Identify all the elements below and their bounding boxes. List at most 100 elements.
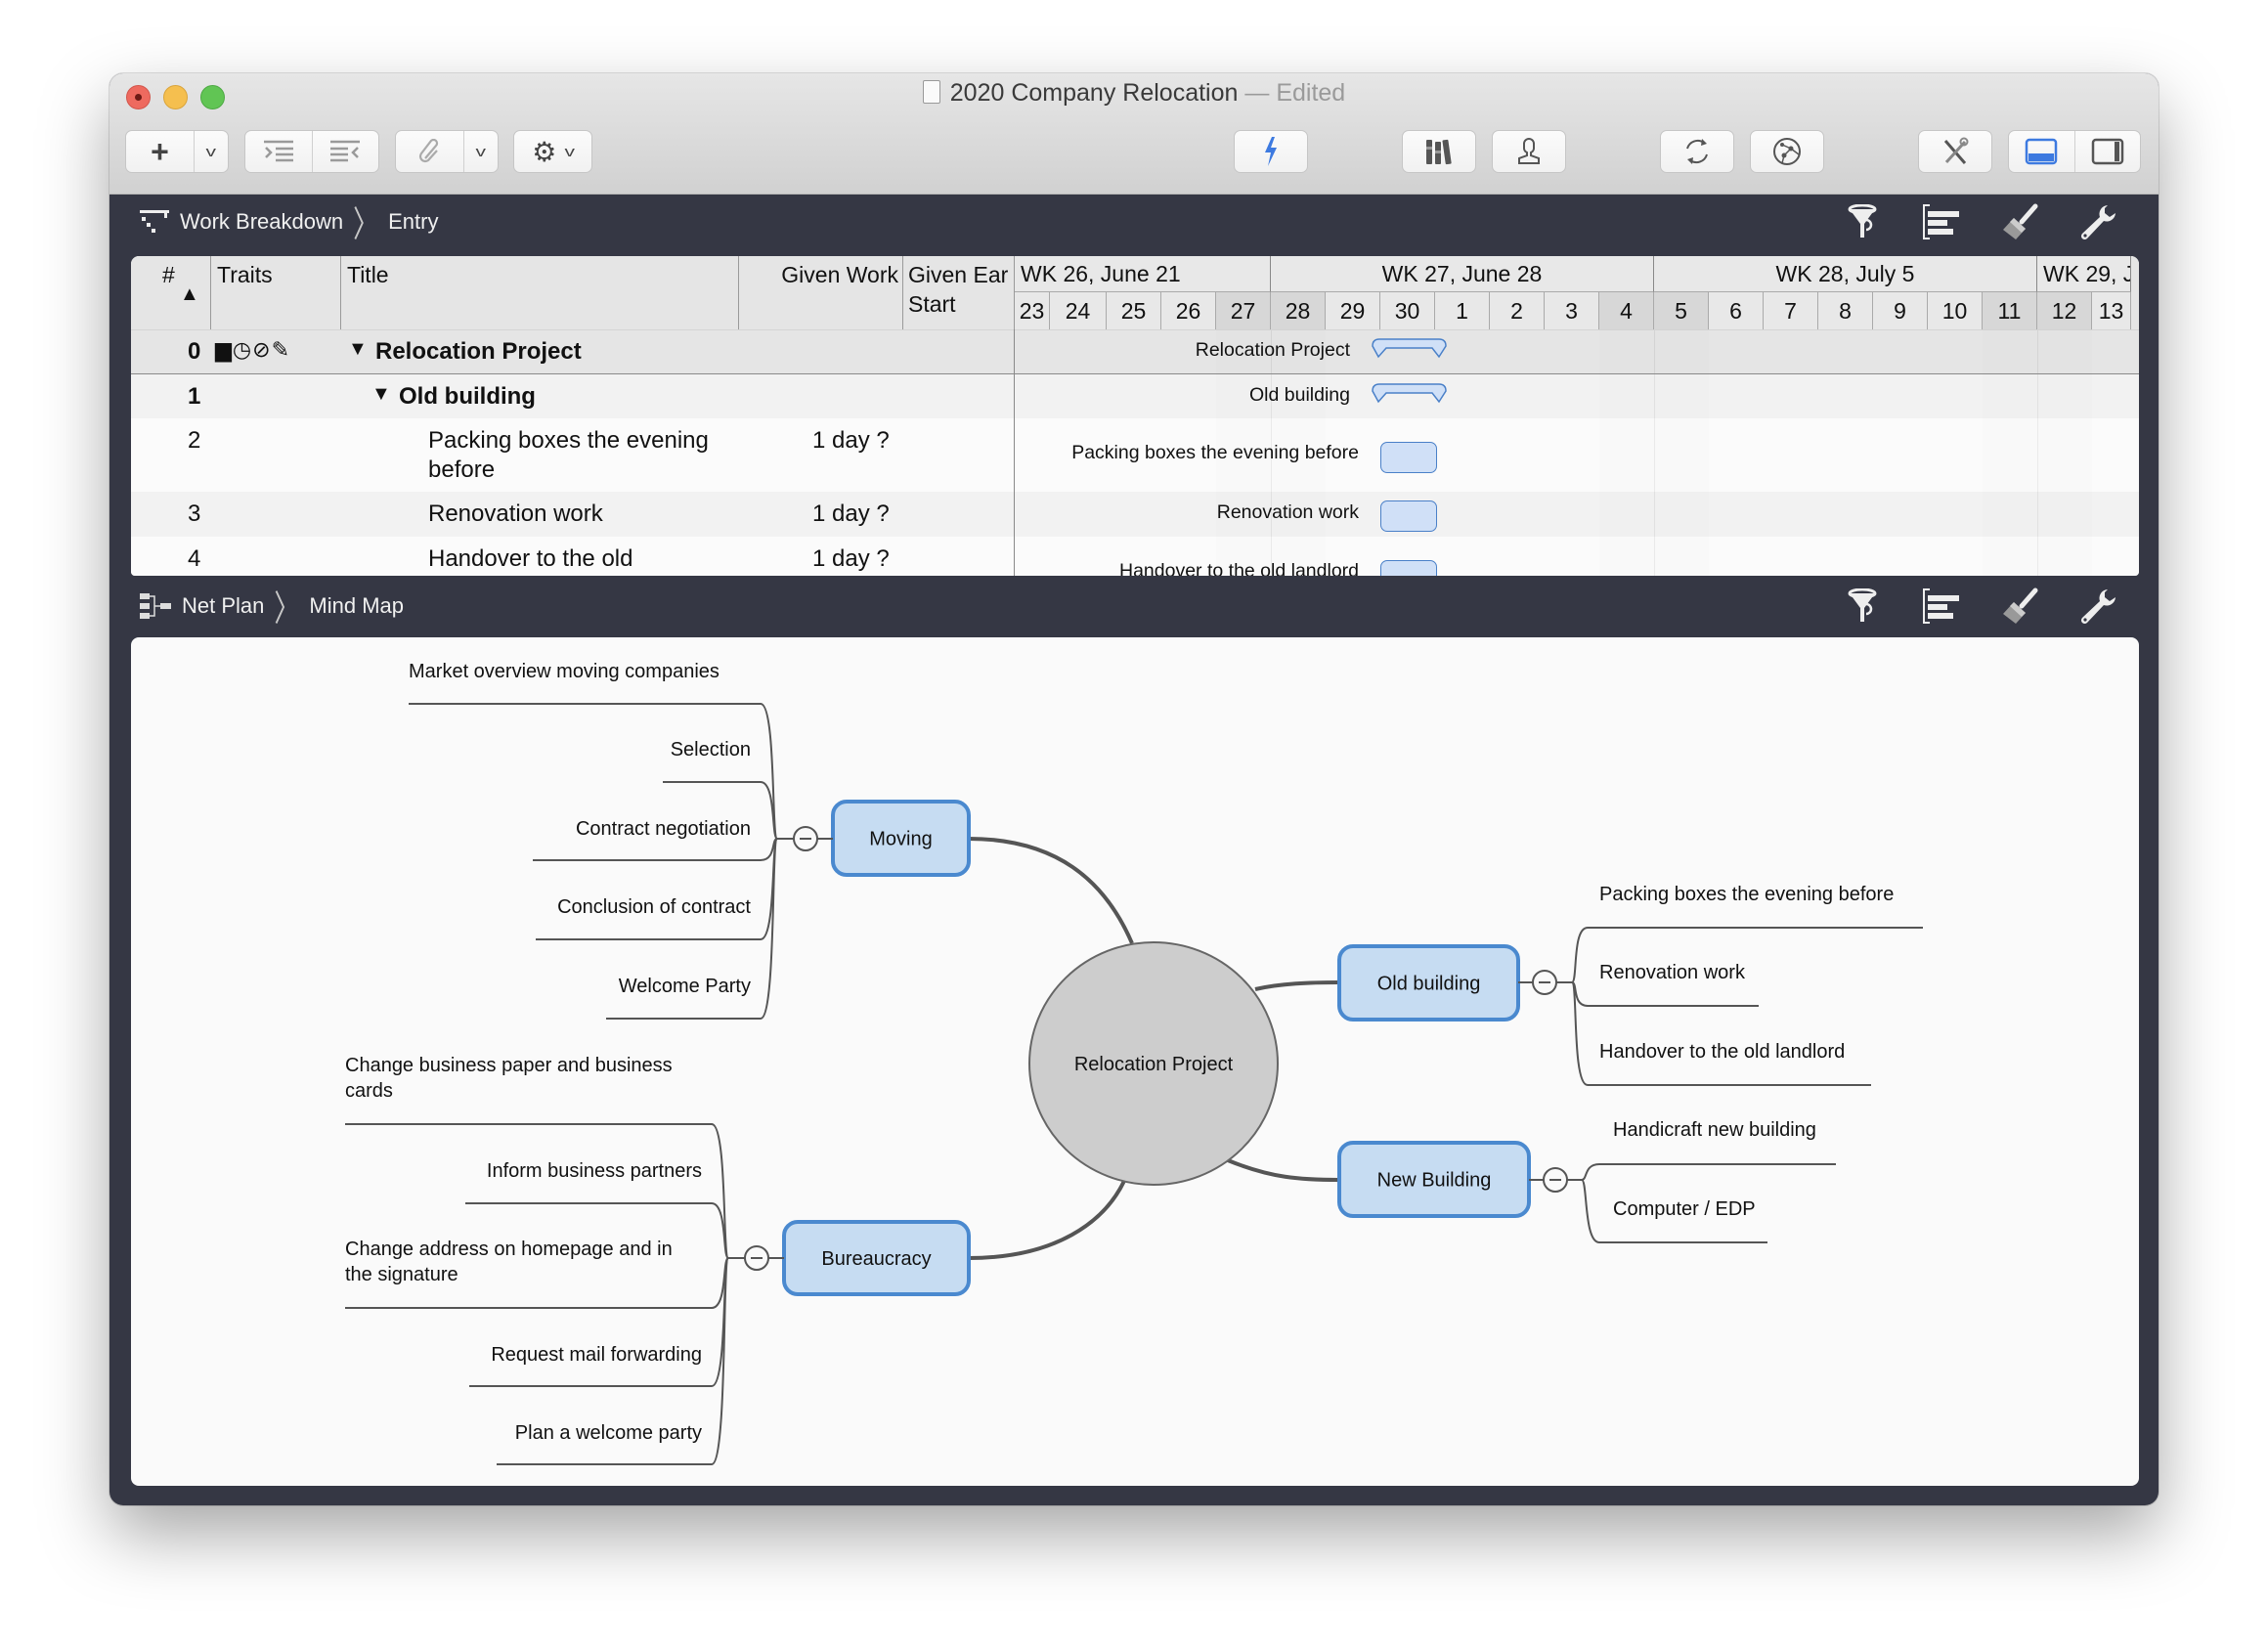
column-header-given-early-start[interactable]: Given Ear Start bbox=[903, 256, 1015, 329]
resources-button[interactable] bbox=[1492, 130, 1566, 173]
child-topic-label[interactable]: Computer / EDP bbox=[1613, 1198, 1756, 1220]
link-button[interactable] bbox=[396, 131, 463, 172]
child-topic-label[interactable]: Welcome Party bbox=[619, 976, 751, 997]
child-topic-label[interactable]: Packing boxes the evening before bbox=[1599, 884, 1894, 905]
child-topic-label[interactable]: Inform business partners bbox=[487, 1160, 702, 1182]
filter-button[interactable] bbox=[1842, 585, 1885, 628]
sync-button[interactable] bbox=[1660, 130, 1734, 173]
branch-node-label: New Building bbox=[1377, 1170, 1492, 1192]
inspector-button[interactable] bbox=[2076, 585, 2119, 628]
column-header-number[interactable]: # ▲ bbox=[131, 256, 211, 329]
gantt-summary-bar[interactable] bbox=[1371, 337, 1449, 365]
filter-button[interactable] bbox=[1842, 200, 1885, 243]
gantt-task-bar[interactable] bbox=[1380, 500, 1437, 532]
timeline-day: 27 bbox=[1216, 292, 1271, 329]
timeline-day: 24 bbox=[1050, 292, 1107, 329]
style-button[interactable] bbox=[1998, 200, 2041, 243]
gantt-options-button[interactable] bbox=[1920, 585, 1963, 628]
top-view-bar: Work Breakdown 〉 Entry bbox=[109, 194, 2159, 250]
child-topic-label[interactable]: Request mail forwarding bbox=[491, 1344, 702, 1366]
disclosure-triangle-icon[interactable]: ▼ bbox=[348, 338, 368, 361]
mind-map-canvas[interactable]: Relocation Project Moving Market overview … bbox=[131, 637, 2139, 1486]
child-topic-label[interactable]: Plan a welcome party bbox=[515, 1422, 702, 1444]
add-button[interactable]: + bbox=[126, 131, 194, 172]
gantt-bar-label: Old building bbox=[1249, 384, 1350, 406]
child-topic-label[interactable]: Change address on homepage and in bbox=[345, 1239, 673, 1260]
child-topic-label[interactable]: Conclusion of contract bbox=[557, 896, 751, 918]
layout-bottom-button[interactable] bbox=[2009, 131, 2074, 172]
paperclip-icon bbox=[418, 139, 438, 163]
breadcrumb-net-plan[interactable]: Net Plan bbox=[182, 593, 264, 619]
add-menu-button[interactable]: v bbox=[194, 131, 228, 172]
child-topic-label[interactable]: Handover to the old landlord bbox=[1599, 1041, 1845, 1063]
row-number: 2 bbox=[188, 427, 201, 454]
gantt-bar-label: Renovation work bbox=[1216, 501, 1359, 523]
work-breakdown-panel: # ▲ Traits Title Given Work Given Ear St… bbox=[131, 256, 2139, 576]
action-menu-button[interactable]: ⚙ v bbox=[514, 131, 591, 172]
filter-icon bbox=[1848, 588, 1877, 622]
breadcrumb-mind-map[interactable]: Mind Map bbox=[309, 593, 404, 619]
table-row[interactable]: 1 ▼ Old building bbox=[131, 374, 2139, 418]
mind-map-panel: Relocation Project Moving Market overview … bbox=[131, 637, 2139, 1486]
child-topic-label[interactable]: the signature bbox=[345, 1264, 458, 1285]
row-title: Packing boxes the evening bbox=[428, 427, 709, 454]
lightning-icon bbox=[1265, 137, 1277, 166]
edited-status: — Edited bbox=[1244, 79, 1346, 107]
layout-right-button[interactable] bbox=[2073, 131, 2141, 172]
outdent-button[interactable] bbox=[311, 131, 379, 172]
given-work-value[interactable]: 1 day ? bbox=[812, 545, 890, 573]
indent-button-group bbox=[244, 130, 379, 173]
library-button[interactable] bbox=[1402, 130, 1476, 173]
child-topic-label[interactable]: cards bbox=[345, 1080, 393, 1102]
disclosure-triangle-icon[interactable]: ▼ bbox=[371, 383, 391, 406]
breadcrumb-work-breakdown[interactable]: Work Breakdown bbox=[180, 209, 343, 235]
indent-icon bbox=[263, 140, 293, 162]
note-icon: ✎ bbox=[271, 337, 290, 362]
column-label-traits: Traits bbox=[217, 262, 273, 287]
child-topic-label[interactable]: Selection bbox=[671, 739, 751, 761]
breadcrumb-entry[interactable]: Entry bbox=[388, 209, 438, 235]
breadcrumb-separator: 〉 bbox=[274, 587, 300, 630]
table-header: # ▲ Traits Title Given Work Given Ear St… bbox=[131, 256, 2139, 330]
layout-bottom-icon bbox=[2026, 138, 2058, 165]
child-topic-label[interactable]: Handicraft new building bbox=[1613, 1119, 1816, 1141]
row-number: 3 bbox=[188, 500, 201, 527]
tools-button[interactable] bbox=[1918, 130, 1992, 173]
child-topic-label[interactable]: Renovation work bbox=[1599, 962, 1746, 983]
brush-icon bbox=[2003, 587, 2038, 624]
given-work-value[interactable]: 1 day ? bbox=[812, 500, 890, 528]
table-row[interactable]: 3 Renovation work 1 day ? bbox=[131, 492, 2139, 537]
work-breakdown-icon bbox=[140, 210, 169, 233]
child-topic-label[interactable]: Contract negotiation bbox=[576, 818, 751, 840]
row-title-continued: before bbox=[428, 456, 496, 483]
network-button[interactable] bbox=[1750, 130, 1824, 173]
timeline-header: 23 24 25 26 27 28 29 30 1 2 3 4 5 6 7 8 9 10 11 12 13 WK 26, … bbox=[1015, 256, 2139, 329]
gantt-options-button[interactable] bbox=[1920, 200, 1963, 243]
table-row[interactable]: 0 ▆◷⊘✎ ▼ Relocation Project bbox=[131, 329, 2139, 374]
child-connector bbox=[469, 1257, 729, 1387]
window-title: 2020 Company Relocation — Edited bbox=[109, 79, 2159, 108]
person-icon bbox=[1518, 137, 1540, 164]
indent-button[interactable] bbox=[245, 131, 312, 172]
gantt-summary-bar[interactable] bbox=[1371, 382, 1449, 410]
inspector-button[interactable] bbox=[2076, 200, 2119, 243]
gantt-task-bar[interactable] bbox=[1380, 442, 1437, 473]
chevron-down-icon: v bbox=[475, 143, 487, 160]
quick-action-button[interactable] bbox=[1234, 130, 1308, 173]
column-label-given-work: Given Work bbox=[781, 262, 898, 287]
child-connector bbox=[1581, 1163, 1836, 1181]
branch-connector bbox=[968, 1180, 1126, 1260]
gantt-task-bar[interactable] bbox=[1380, 560, 1437, 576]
column-header-given-work[interactable]: Given Work bbox=[739, 256, 903, 329]
timeline-day: 30 bbox=[1380, 292, 1435, 329]
gantt-icon bbox=[1923, 204, 1959, 239]
style-button[interactable] bbox=[1998, 585, 2041, 628]
table-gantt-divider[interactable] bbox=[1014, 329, 1015, 576]
child-topic-label[interactable]: Market overview moving companies bbox=[409, 661, 720, 682]
link-menu-button[interactable]: v bbox=[463, 131, 498, 172]
given-work-value[interactable]: 1 day ? bbox=[812, 427, 890, 455]
column-header-title[interactable]: Title bbox=[341, 256, 739, 329]
child-topic-label[interactable]: Change business paper and business bbox=[345, 1055, 673, 1076]
column-header-traits[interactable]: Traits bbox=[211, 256, 341, 329]
document-icon bbox=[922, 80, 940, 104]
